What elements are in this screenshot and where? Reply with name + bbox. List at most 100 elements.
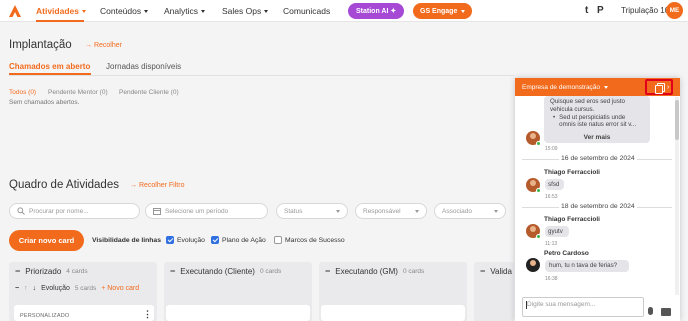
collapse-icon[interactable]: − [15, 285, 19, 292]
nav-sales-ops-label: Sales Ops [222, 6, 262, 16]
p-icon[interactable]: P [597, 5, 604, 16]
row-count: 5 cards [74, 285, 97, 292]
collapse-filter-link[interactable]: → Recolher Filtro [130, 182, 184, 189]
message-line: omnis iste natus error sit v... [559, 121, 637, 129]
column-count: 0 cards [259, 267, 282, 275]
nav-comunicads-label: Comunicads [283, 6, 331, 16]
column-header-executando-gm[interactable]: − Executando (GM) 0 cards [325, 266, 424, 276]
row-title: Evolução [41, 285, 70, 292]
message-line: Quisque sed eros sed justo [550, 98, 625, 105]
checkbox-evolucao[interactable] [166, 236, 174, 244]
chevron-down-icon [144, 9, 149, 13]
collapse-icon[interactable]: − [325, 266, 330, 276]
nav-conteudos[interactable]: Conteúdos [100, 6, 149, 16]
column-title: Executando (Cliente) [180, 266, 255, 276]
filter-todos[interactable]: Todos (0) [9, 89, 36, 96]
sender-name: Thiago Ferraccioli [544, 216, 600, 223]
sort-down-icon[interactable]: ↓ [33, 285, 37, 292]
column-title: Valida [490, 266, 512, 276]
microphone-icon[interactable] [648, 307, 653, 315]
chevron-down-icon [494, 209, 498, 213]
message-text: gyutv [548, 228, 563, 235]
responsible-select[interactable]: Responsável [355, 203, 427, 219]
column-header-priorizado[interactable]: − Priorizado 4 cards [15, 266, 88, 276]
card-type-label: PERSONALIZADO [20, 313, 70, 319]
responsible-placeholder: Responsável [363, 207, 401, 215]
column-header-executando-cliente[interactable]: − Executando (Cliente) 0 cards [170, 266, 281, 276]
message-time: 16:53 [545, 194, 558, 200]
user-avatar[interactable]: ME [666, 2, 683, 19]
implantacao-title: Implantação [9, 39, 72, 51]
message-line: Sed ut perspiciatis unde [559, 113, 626, 121]
search-input[interactable]: Procurar por nome... [9, 203, 140, 219]
message-time: 15:09 [545, 146, 558, 152]
message-bubble: hum, tu n tava de ferias? [545, 260, 629, 272]
collapse-icon[interactable]: − [170, 266, 175, 276]
message-time: 11:13 [545, 241, 558, 247]
nav-atividades[interactable]: Atividades [36, 6, 86, 16]
online-status-icon [536, 234, 541, 239]
station-ai-button[interactable]: Station AI ✦ [348, 3, 405, 19]
chat-company-name: Empresa de demonstração [522, 83, 601, 91]
chat-scrollbar-thumb[interactable] [675, 100, 679, 140]
column-count: 4 cards [66, 267, 88, 275]
checkbox-marcos-de-sucesso[interactable] [274, 236, 282, 244]
chat-message-input[interactable]: Digite sua mensagem... [522, 297, 644, 317]
message-line: vehicula cursus. [550, 105, 595, 113]
chat-input-placeholder: Digite sua mensagem... [527, 301, 596, 308]
see-more-link[interactable]: Ver mais [545, 134, 649, 141]
collapse-icon[interactable]: − [480, 266, 485, 276]
status-placeholder: Status [284, 207, 303, 215]
collapse-link[interactable]: → Recolher [85, 42, 122, 49]
avatar [526, 258, 540, 272]
sort-up-icon[interactable]: ↑ [24, 285, 28, 292]
filter-pendente-mentor[interactable]: Pendente Mentor (0) [48, 89, 108, 96]
sender-name: Petro Cardoso [544, 250, 589, 257]
tab-chamados-em-aberto[interactable]: Chamados em aberto [9, 62, 90, 71]
online-status-icon [536, 188, 541, 193]
chevron-down-icon [336, 209, 340, 213]
search-placeholder: Procurar por nome... [29, 207, 89, 215]
message-bullet: • Sed ut perspiciatis unde omnis iste na… [550, 114, 644, 130]
chevron-down-icon [604, 85, 609, 89]
empty-card-slot [166, 305, 310, 321]
filter-pendente-cliente[interactable]: Pendente Cliente (0) [119, 89, 179, 96]
nav-comunicads[interactable]: Comunicads [283, 6, 330, 16]
column-title: Executando (GM) [335, 266, 398, 276]
message-bubble: sfsd [545, 179, 564, 190]
new-card-link[interactable]: + Novo card [101, 285, 139, 292]
message-time: 16:38 [545, 276, 558, 282]
nav-analytics[interactable]: Analytics [164, 6, 206, 16]
gs-engage-label: GS Engage [420, 7, 458, 15]
quadro-title: Quadro de Atividades [9, 179, 119, 191]
checkbox-evolucao-label: Evolução [177, 237, 205, 244]
image-icon[interactable] [661, 308, 671, 316]
chevron-down-icon [82, 9, 86, 13]
online-status-icon [536, 141, 541, 146]
chevron-right-icon[interactable]: › [667, 84, 669, 91]
empty-card-slot [321, 305, 465, 321]
column-count: 0 cards [402, 267, 425, 275]
checkbox-marcos-de-sucesso-label: Marcos de Sucesso [285, 237, 345, 244]
more-vertical-icon[interactable]: ⋮ [143, 309, 152, 320]
associated-placeholder: Associado [442, 207, 472, 215]
associated-select[interactable]: Associado [434, 203, 506, 219]
checkbox-plano-de-acao-label: Plano de Ação [222, 237, 266, 244]
chevron-down-icon [264, 9, 269, 13]
period-placeholder: Selecione um período [165, 207, 229, 215]
gs-engage-button[interactable]: GS Engage [413, 3, 473, 19]
t-icon[interactable]: t [585, 5, 588, 16]
row-evolucao-header[interactable]: − ↑ ↓ Evolução 5 cards + Novo card [15, 285, 139, 292]
message-text: hum, tu n tava de ferias? [549, 262, 618, 269]
column-header-valida[interactable]: − Valida [480, 266, 512, 276]
nav-sales-ops[interactable]: Sales Ops [222, 6, 269, 16]
checkbox-plano-de-acao[interactable] [211, 236, 219, 244]
status-select[interactable]: Status [276, 203, 348, 219]
bullet-icon: • [553, 113, 556, 121]
collapse-icon[interactable]: − [15, 266, 20, 276]
create-card-button[interactable]: Criar novo card [9, 230, 84, 251]
tab-jornadas-disponiveis[interactable]: Jornadas disponíveis [106, 62, 181, 71]
period-input[interactable]: Selecione um período [145, 203, 268, 219]
logo-icon[interactable] [8, 4, 22, 18]
nav-conteudos-label: Conteúdos [100, 6, 142, 16]
